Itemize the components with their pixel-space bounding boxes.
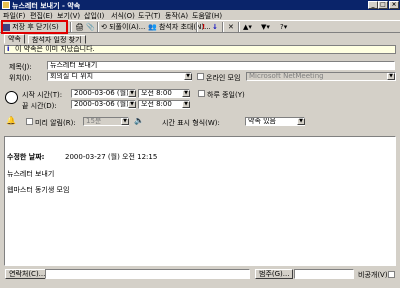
delete-icon[interactable]: ✕ [228,22,234,32]
start-date-dropdown[interactable]: ▼ [128,90,136,97]
contacts-button[interactable]: 연락처(C)... [5,269,50,279]
toolbar-separator [70,22,72,32]
print-icon[interactable]: 🖨 [75,22,84,32]
notes-line-2: 웹마스터 동기생 모임 [7,186,70,194]
start-time-label: 시작 시간(T): [22,91,63,99]
start-time-dropdown[interactable]: ▼ [182,90,190,97]
private-label: 비공개(V) [358,271,388,279]
online-meeting-checkbox[interactable] [197,73,204,80]
reminder-checkbox[interactable] [26,118,33,125]
bottom-bar: 연락처(C)... 범주(G)... 비공개(V) [0,268,400,288]
all-day-checkbox[interactable] [198,90,205,97]
end-date-dropdown[interactable]: ▼ [128,101,136,108]
private-checkbox[interactable] [388,271,395,278]
close-button[interactable]: × [389,1,399,9]
title-bar: 뉴스레터 보내기 - 약속 _ □ × [0,0,400,10]
modified-label: 수정한 날짜: [7,153,45,161]
location-input[interactable]: 회의실 디 위치 [47,72,192,81]
notes-line-1: 뉴스레터 보내기 [7,170,55,178]
bell-icon: 🔔 [6,116,16,125]
all-day-label: 하루 종일(Y) [207,91,245,99]
toolbar-separator [97,22,99,32]
recurrence-icon: ⟲ [101,23,107,31]
online-meeting-label: 온라인 모임 [206,74,241,82]
show-time-select[interactable]: 약속 있음 [245,117,305,126]
invite-icon: 👥 [148,23,157,31]
highlight-box [1,20,68,34]
subject-label: 제목(J): [9,63,32,71]
low-importance-icon[interactable]: ↓ [212,22,218,32]
info-text: 이 약속은 이미 지났습니다. [15,45,95,53]
location-dropdown[interactable]: ▼ [184,73,192,80]
previous-item-icon[interactable]: ▲▾ [243,22,252,32]
start-date-input[interactable]: 2000-03-06 (월) [71,89,136,98]
show-time-label: 시간 표시 형식(W): [162,119,220,127]
tab-strip: 약속 참석자 일정 찾기 [0,34,400,44]
reminder-dropdown[interactable]: ▼ [121,118,129,125]
show-time-dropdown[interactable]: ▼ [297,118,305,125]
speaker-icon[interactable]: 🔈 [134,116,144,125]
high-importance-icon[interactable]: ! [202,22,205,32]
appointment-icon [2,1,10,9]
tab-attendee-availability[interactable]: 참석자 일정 찾기 [28,35,86,44]
categories-button[interactable]: 범주(G)... [255,269,294,279]
info-bar: i 이 약속은 이미 지났습니다. [4,45,396,54]
toolbar-separator [222,22,224,32]
end-time-dropdown[interactable]: ▼ [182,101,190,108]
tab-appointment[interactable]: 약속 [4,34,25,44]
reminder-label: 미리 알림(R): [35,119,76,127]
end-time-label: 끝 시간(D): [22,102,57,110]
info-icon: i [7,45,10,53]
minimize-button[interactable]: _ [368,1,378,9]
maximize-button[interactable]: □ [378,1,388,9]
help-icon[interactable]: ?▾ [280,22,287,32]
notes-area[interactable]: 수정한 날짜: 2000-03-27 (월) 오전 12:15 뉴스레터 보내기… [4,136,396,266]
toolbar-separator [196,22,198,32]
contacts-input[interactable] [45,269,250,279]
attach-icon[interactable]: 📎 [86,22,95,32]
categories-input[interactable] [294,269,354,279]
recurrence-label: 되풀이(A)... [109,23,146,31]
subject-input[interactable]: 뉴스레터 보내기 [47,61,395,70]
next-item-icon[interactable]: ▼▾ [261,22,270,32]
recurrence-button[interactable]: ⟲ 되풀이(A)... [101,22,145,32]
location-label: 위치(I): [9,74,32,82]
online-meeting-select[interactable]: Microsoft NetMeeting [246,72,396,81]
online-meeting-dropdown[interactable]: ▼ [387,73,395,80]
menu-bar: 파일(F) 편집(E) 보기(V) 삽입(I) 서식(O) 도구(T) 동작(A… [0,10,400,20]
end-date-input[interactable]: 2000-03-06 (월) [71,100,136,109]
modified-value: 2000-03-27 (월) 오전 12:15 [65,153,158,161]
toolbar-separator [238,22,240,32]
clock-icon [5,91,18,104]
